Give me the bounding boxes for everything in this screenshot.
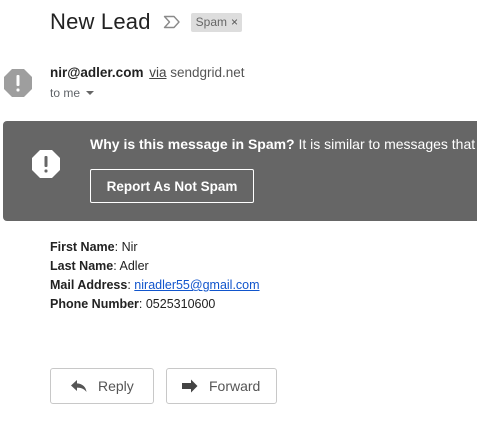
to-label: to me — [50, 86, 81, 100]
field-value: 0525310600 — [145, 297, 216, 311]
report-not-spam-button[interactable]: Report As Not Spam — [90, 169, 254, 203]
via-link[interactable]: via — [149, 65, 166, 80]
spam-explanation: Why is this message in Spam? It is simil… — [90, 136, 475, 152]
spam-label-chip[interactable]: Spam × — [190, 12, 243, 32]
subject-title: New Lead — [50, 9, 151, 34]
importance-marker-icon[interactable] — [163, 15, 181, 29]
spam-label-text: Spam — [195, 14, 228, 29]
caret-down-icon[interactable] — [86, 91, 95, 95]
message-body: First Name: Nir Last Name: Adler Mail Ad… — [50, 238, 260, 314]
spam-warning-banner: Why is this message in Spam? It is simil… — [3, 121, 477, 221]
field-label: Last Name — [50, 259, 114, 273]
recipient-details-toggle[interactable]: to me — [50, 86, 95, 100]
mail-address-row: Mail Address: niradler55@gmail.com — [50, 278, 260, 292]
reply-arrow-icon — [70, 379, 88, 393]
forward-label: Forward — [209, 378, 261, 394]
first-name-row: First Name: Nir — [50, 240, 138, 254]
field-value: Nir — [121, 240, 138, 254]
field-label: Phone Number — [50, 297, 139, 311]
sender-email[interactable]: nir@adler.com — [50, 65, 143, 80]
sender-line: nir@adler.com via sendgrid.net — [50, 65, 245, 80]
forward-arrow-icon — [181, 379, 199, 393]
email-view: New Lead Spam × nir@adler.com via sendgr… — [0, 0, 477, 434]
phone-number-row: Phone Number: 0525310600 — [50, 297, 216, 311]
forward-button[interactable]: Forward — [166, 368, 277, 404]
remove-label-icon[interactable]: × — [231, 15, 238, 29]
reply-label: Reply — [98, 378, 134, 394]
email-link[interactable]: niradler55@gmail.com — [134, 278, 259, 292]
warning-avatar-icon — [3, 68, 33, 98]
field-label: Mail Address — [50, 278, 128, 292]
subject-row: New Lead Spam × — [50, 8, 243, 36]
last-name-row: Last Name: Adler — [50, 259, 149, 273]
spam-question: Why is this message in Spam? — [90, 136, 295, 152]
reply-button[interactable]: Reply — [50, 368, 154, 404]
spam-reason: It is similar to messages that — [294, 136, 476, 152]
field-value: Adler — [119, 259, 149, 273]
field-label: First Name — [50, 240, 115, 254]
via-domain: sendgrid.net — [170, 65, 245, 80]
spam-warning-icon — [31, 149, 61, 179]
